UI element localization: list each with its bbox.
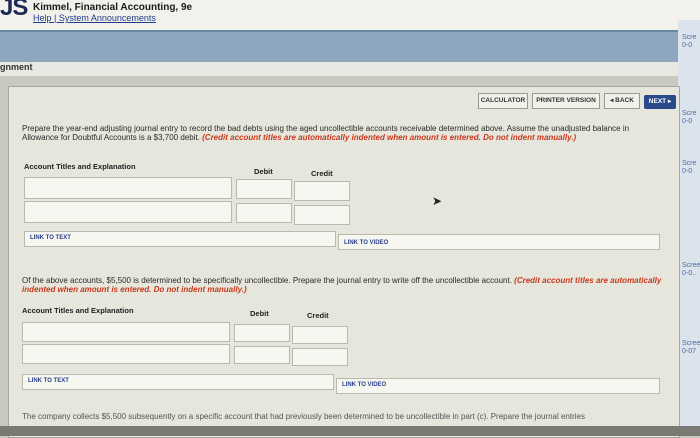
next-button[interactable]: NEXT ▸ [644, 95, 676, 109]
part1-debit-input-1[interactable] [236, 179, 292, 199]
part1-credit-input-1[interactable] [294, 181, 350, 201]
taskbar-edge [0, 426, 700, 436]
printer-version-button[interactable]: PRINTER VERSION [532, 93, 600, 109]
part1-link-to-video[interactable]: LINK TO VIDEO [344, 240, 388, 246]
part2-debit-input-2[interactable] [234, 346, 290, 364]
help-links[interactable]: Help | System Announcements [33, 13, 156, 23]
part2-col-account: Account Titles and Explanation [22, 306, 134, 315]
part1-col-debit: Debit [254, 167, 273, 176]
logo: JS [0, 0, 28, 21]
breadcrumb: gnment [0, 62, 33, 72]
part2-col-credit: Credit [307, 311, 329, 320]
part2-account-input-2[interactable] [22, 344, 230, 364]
right-scrollbar-strip [678, 20, 700, 436]
part2-debit-input-1[interactable] [234, 324, 290, 342]
part2-account-input-1[interactable] [22, 322, 230, 342]
part2-link-to-text[interactable]: LINK TO TEXT [28, 378, 69, 384]
right-screen-label: Scree 0-0.. [682, 262, 700, 277]
part1-account-input-2[interactable] [24, 201, 232, 223]
part2-col-debit: Debit [250, 309, 269, 318]
part1-col-account: Account Titles and Explanation [24, 162, 136, 171]
part2-prompt-text: Of the above accounts, $5,500 is determi… [22, 276, 512, 285]
nav-stripe [0, 30, 700, 64]
part3-prompt: The company collects $5,500 subsequently… [22, 412, 585, 421]
part1-col-credit: Credit [311, 169, 333, 178]
part1-link-to-text[interactable]: LINK TO TEXT [30, 235, 71, 241]
right-screen-label: Screen 0-07 [682, 340, 700, 355]
calculator-button[interactable]: CALCULATOR [478, 93, 528, 109]
part2-prompt: Of the above accounts, $5,500 is determi… [22, 276, 672, 294]
part1-credit-input-2[interactable] [294, 205, 350, 225]
part1-account-input-1[interactable] [24, 177, 232, 199]
assignment-bar [0, 62, 700, 76]
part2-link-to-video[interactable]: LINK TO VIDEO [342, 382, 386, 388]
right-screen-label: Scre 0-0 [682, 34, 697, 49]
part1-instruction: (Credit account titles are automatically… [202, 133, 577, 142]
back-button[interactable]: ◂ BACK [604, 93, 640, 109]
part2-credit-input-2[interactable] [292, 348, 348, 366]
part2-credit-input-1[interactable] [292, 326, 348, 344]
help-link[interactable]: Help | System Announcements [33, 13, 156, 23]
book-title: Kimmel, Financial Accounting, 9e [33, 2, 193, 13]
part1-prompt: Prepare the year-end adjusting journal e… [22, 124, 662, 142]
part1-debit-input-2[interactable] [236, 203, 292, 223]
mouse-cursor-icon: ➤ [432, 194, 443, 208]
right-screen-label: Scre 0-0 [682, 160, 697, 175]
right-screen-label: Scre 0-0 [682, 110, 697, 125]
